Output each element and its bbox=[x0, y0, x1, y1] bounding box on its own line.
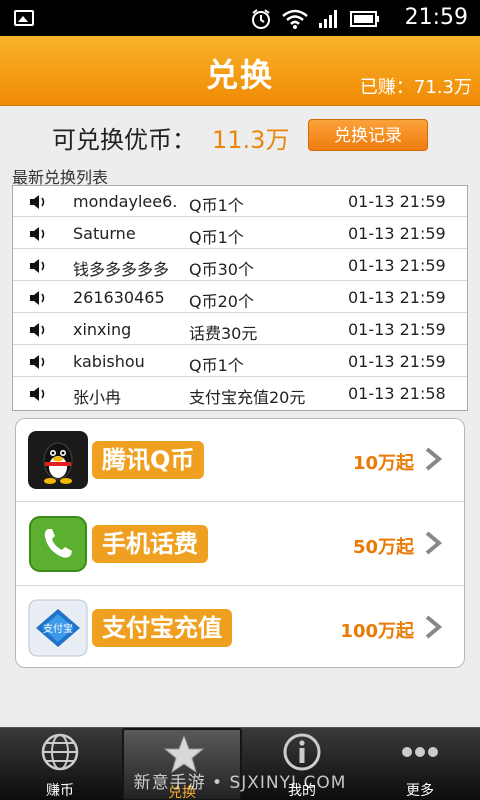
status-bar: 21:59 bbox=[0, 0, 480, 36]
list-item-time: 01-13 21:59 bbox=[348, 224, 446, 243]
option-qq-coin[interactable]: 腾讯Q币 10万起 bbox=[16, 419, 464, 502]
alipay-logo-text: 支付宝 bbox=[43, 622, 73, 635]
list-item-time: 01-13 21:58 bbox=[348, 384, 446, 403]
clock: 21:59 bbox=[404, 5, 468, 30]
option-alipay[interactable]: 支付宝 支付宝充值 100万起 bbox=[16, 587, 464, 667]
qq-penguin-icon bbox=[28, 431, 88, 489]
exchange-record-button[interactable]: 兑换记录 bbox=[308, 119, 428, 151]
tab-label: 赚币 bbox=[46, 783, 74, 799]
chevron-right-icon bbox=[425, 615, 442, 639]
list-item-user: xinxing bbox=[73, 320, 132, 339]
list-item-user: kabishou bbox=[73, 352, 145, 371]
list-item-time: 01-13 21:59 bbox=[348, 256, 446, 275]
list-item-user: 261630465 bbox=[73, 288, 165, 307]
list-item: 钱多多多多多 Q币30个 01-13 21:59 bbox=[13, 250, 467, 281]
option-phone-credit[interactable]: 手机话费 50万起 bbox=[16, 503, 464, 586]
option-name: 腾讯Q币 bbox=[92, 441, 205, 479]
balance-row: 可兑换优币： 11.3万 兑换记录 bbox=[0, 106, 480, 162]
tab-earn[interactable]: 赚币 bbox=[0, 728, 120, 800]
wifi-icon bbox=[282, 9, 308, 29]
speaker-icon bbox=[30, 355, 45, 369]
speaker-icon bbox=[30, 195, 45, 209]
signal-icon bbox=[319, 10, 337, 28]
image-notification-icon bbox=[14, 10, 34, 26]
balance-value: 11.3万 bbox=[212, 126, 290, 154]
header-bar: 兑换 已赚：71.3万 bbox=[0, 36, 480, 106]
list-item-reward: Q币1个 bbox=[189, 356, 244, 375]
speaker-icon bbox=[30, 291, 45, 305]
globe-icon bbox=[41, 733, 79, 771]
list-item-user: 钱多多多多多 bbox=[73, 260, 170, 279]
list-item-reward: 话费30元 bbox=[189, 324, 258, 343]
option-price: 10万起 bbox=[352, 453, 414, 474]
speaker-icon bbox=[30, 259, 45, 273]
list-item-reward: Q币20个 bbox=[189, 292, 254, 311]
phone-icon bbox=[29, 516, 87, 572]
list-item-reward: Q币30个 bbox=[189, 260, 254, 279]
alarm-icon bbox=[252, 9, 270, 29]
list-item-time: 01-13 21:59 bbox=[348, 352, 446, 371]
list-item: xinxing 话费30元 01-13 21:59 bbox=[13, 314, 467, 345]
chevron-right-icon bbox=[425, 447, 442, 471]
tab-label: 兑换 bbox=[168, 785, 196, 800]
chevron-right-icon bbox=[425, 531, 442, 555]
list-item-time: 01-13 21:59 bbox=[348, 288, 446, 307]
list-item-reward: Q币1个 bbox=[189, 228, 244, 247]
more-dots-icon bbox=[402, 747, 438, 757]
list-item-reward: Q币1个 bbox=[189, 196, 244, 215]
option-price: 50万起 bbox=[352, 537, 414, 558]
balance-label: 可兑换优币： bbox=[52, 126, 196, 154]
list-item-user: 张小冉 bbox=[73, 388, 122, 407]
list-item: kabishou Q币1个 01-13 21:59 bbox=[13, 346, 467, 377]
earned-total: 已赚：71.3万 bbox=[359, 77, 472, 98]
list-item: 261630465 Q币20个 01-13 21:59 bbox=[13, 282, 467, 313]
option-name: 手机话费 bbox=[92, 525, 208, 563]
list-item: Saturne Q币1个 01-13 21:59 bbox=[13, 218, 467, 249]
star-icon bbox=[164, 734, 204, 774]
bottom-tab-bar: 赚币 兑换 我的 更多 bbox=[0, 727, 480, 800]
option-name: 支付宝充值 bbox=[92, 609, 232, 647]
list-item-user: Saturne bbox=[73, 224, 136, 243]
tab-mine[interactable]: 我的 bbox=[242, 728, 362, 800]
list-item: mondaylee6. Q币1个 01-13 21:59 bbox=[13, 186, 467, 217]
speaker-icon bbox=[30, 387, 45, 401]
exchange-options: 腾讯Q币 10万起 手机话费 50万起 支付宝 支付宝充值 100万起 bbox=[15, 418, 465, 668]
info-icon bbox=[283, 733, 321, 771]
battery-icon bbox=[350, 11, 379, 27]
speaker-icon bbox=[30, 227, 45, 241]
list-item-time: 01-13 21:59 bbox=[348, 320, 446, 339]
tab-exchange[interactable]: 兑换 bbox=[122, 728, 242, 800]
speaker-icon bbox=[30, 323, 45, 337]
list-item-reward: 支付宝充值20元 bbox=[189, 388, 306, 407]
tab-label: 更多 bbox=[406, 783, 434, 799]
tab-label: 我的 bbox=[288, 783, 316, 799]
alipay-icon: 支付宝 bbox=[28, 599, 88, 657]
list-item-user: mondaylee6. bbox=[73, 192, 178, 211]
latest-exchange-list: mondaylee6. Q币1个 01-13 21:59 Saturne Q币1… bbox=[12, 185, 468, 411]
list-item-time: 01-13 21:59 bbox=[348, 192, 446, 211]
list-item: 张小冉 支付宝充值20元 01-13 21:58 bbox=[13, 378, 467, 409]
tab-more[interactable]: 更多 bbox=[360, 728, 480, 800]
option-price: 100万起 bbox=[340, 621, 414, 642]
